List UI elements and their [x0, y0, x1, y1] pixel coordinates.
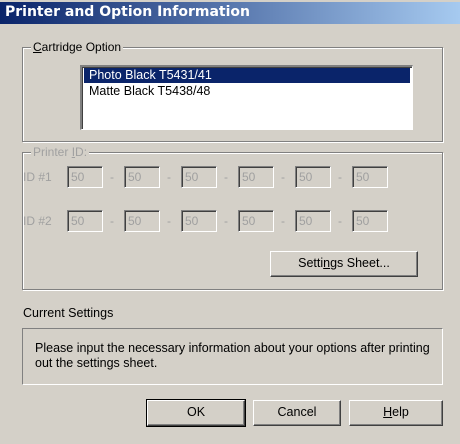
- window-title: Printer and Option Information: [5, 4, 250, 20]
- id2-dash-2: -: [167, 214, 171, 228]
- id2-field-6[interactable]: 50: [352, 210, 388, 232]
- id2-label: ID #2: [23, 214, 52, 228]
- id2-field-1[interactable]: 50: [67, 210, 103, 232]
- help-mnemonic: H: [383, 405, 393, 419]
- cartridge-listbox[interactable]: Photo Black T5431/41 Matte Black T5438/4…: [80, 65, 413, 130]
- id2-dash-1: -: [110, 214, 114, 228]
- help-button[interactable]: Help: [349, 400, 443, 426]
- current-settings-message: Please input the necessary information a…: [22, 328, 443, 385]
- current-settings-label: Current Settings: [23, 306, 114, 320]
- id1-field-3[interactable]: 50: [181, 166, 217, 188]
- settings-sheet-label-b: gs Sheet...: [330, 256, 390, 270]
- cartridge-option-matte-black[interactable]: Matte Black T5438/48: [84, 84, 410, 99]
- printer-id-legend-prefix: Printer: [33, 145, 72, 159]
- id2-dash-3: -: [224, 214, 228, 228]
- id1-dash-5: -: [338, 170, 342, 184]
- id1-field-6[interactable]: 50: [352, 166, 388, 188]
- id2-field-4[interactable]: 50: [238, 210, 274, 232]
- help-label-rest: elp: [392, 405, 409, 419]
- cartridge-option-photo-black[interactable]: Photo Black T5431/41: [84, 68, 410, 83]
- settings-sheet-label-a: Setti: [298, 256, 324, 270]
- cartridge-option-legend: Cartridge Option: [31, 40, 124, 54]
- ok-button[interactable]: OK: [146, 399, 246, 427]
- id2-field-2[interactable]: 50: [124, 210, 160, 232]
- printer-id-legend-rest: D:: [75, 145, 88, 159]
- id2-field-3[interactable]: 50: [181, 210, 217, 232]
- id2-dash-4: -: [281, 214, 285, 228]
- printer-option-dialog: Printer and Option Information Cartridge…: [0, 0, 460, 444]
- settings-sheet-button[interactable]: Settings Sheet...: [270, 251, 418, 277]
- id2-dash-5: -: [338, 214, 342, 228]
- id1-field-5[interactable]: 50: [295, 166, 331, 188]
- id1-dash-3: -: [224, 170, 228, 184]
- id1-field-1[interactable]: 50: [67, 166, 103, 188]
- id1-dash-1: -: [110, 170, 114, 184]
- id1-field-4[interactable]: 50: [238, 166, 274, 188]
- cartridge-mnemonic: C: [33, 40, 42, 54]
- printer-id-legend: Printer ID:: [31, 145, 90, 159]
- id1-field-2[interactable]: 50: [124, 166, 160, 188]
- id1-label: ID #1: [23, 170, 52, 184]
- id2-field-5[interactable]: 50: [295, 210, 331, 232]
- title-bar[interactable]: Printer and Option Information: [0, 0, 460, 26]
- cartridge-legend-text: artridge Option: [41, 40, 122, 54]
- id1-dash-2: -: [167, 170, 171, 184]
- id1-dash-4: -: [281, 170, 285, 184]
- cancel-button[interactable]: Cancel: [253, 400, 341, 426]
